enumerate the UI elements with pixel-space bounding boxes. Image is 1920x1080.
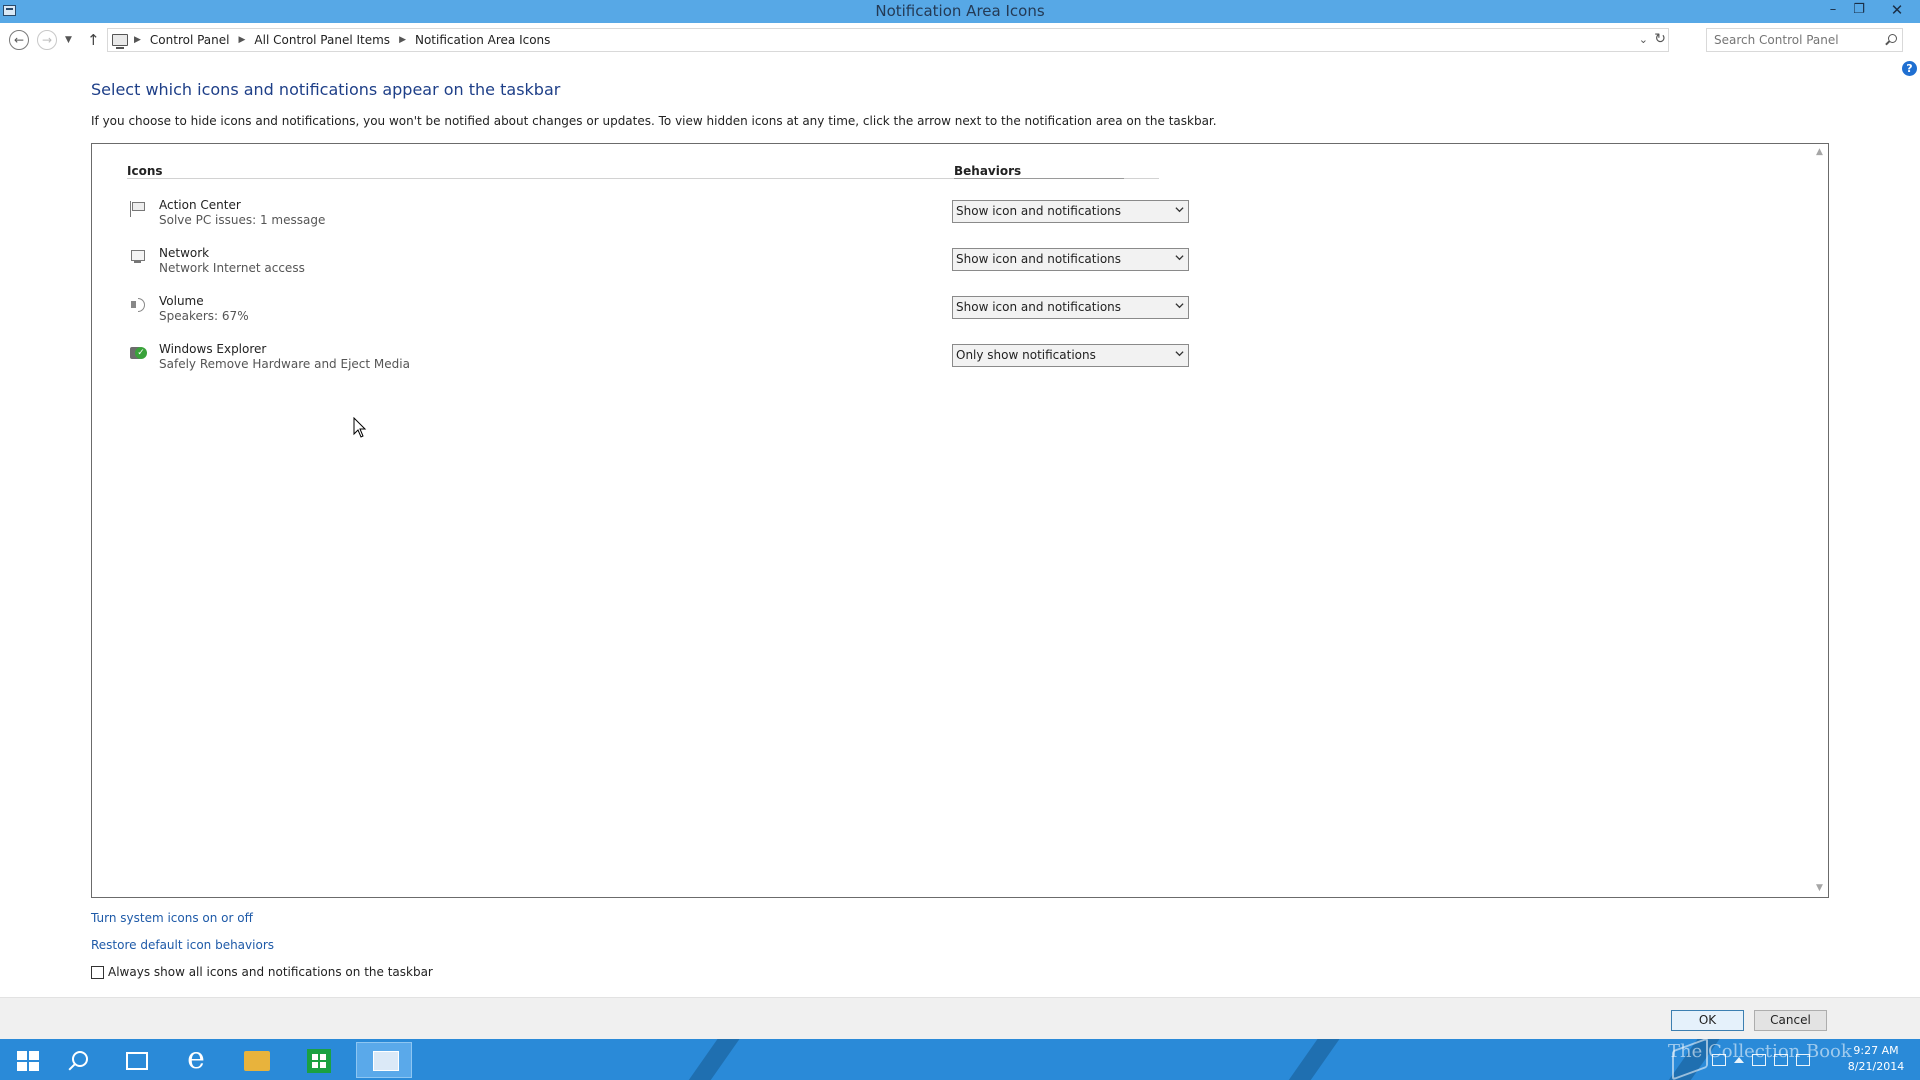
back-button[interactable]: ←: [9, 30, 29, 50]
chevron-down-icon: [1175, 255, 1184, 261]
breadcrumb-separator[interactable]: ▶: [134, 35, 141, 45]
mouse-cursor-icon: [353, 417, 367, 438]
clock-time: 9:27 AM: [1853, 1044, 1899, 1057]
show-hidden-icons-icon[interactable]: [1734, 1057, 1744, 1063]
search-box[interactable]: [1706, 28, 1903, 52]
network-icon: [130, 249, 146, 265]
store-icon[interactable]: [296, 1042, 344, 1078]
item-name: Action Center: [159, 198, 241, 212]
help-icon[interactable]: ?: [1902, 61, 1917, 76]
flag-icon: [130, 201, 146, 217]
taskbar-search-icon[interactable]: [56, 1042, 104, 1078]
chevron-down-icon: [1175, 351, 1184, 357]
scroll-up-icon[interactable]: ▲: [1811, 144, 1828, 161]
list-item-volume: Volume Speakers: 67% Show icon and notif…: [92, 294, 1392, 336]
control-panel-icon: [112, 34, 128, 49]
keyboard-icon[interactable]: [1712, 1054, 1726, 1066]
behavior-select[interactable]: Show icon and notifications: [952, 296, 1189, 319]
taskbar-decoration: [1275, 1039, 1347, 1080]
breadcrumb-all-items[interactable]: All Control Panel Items: [254, 33, 390, 47]
forward-button[interactable]: →: [37, 30, 57, 50]
up-button[interactable]: ↑: [87, 31, 100, 49]
dialog-footer: OK Cancel: [0, 997, 1920, 1039]
refresh-icon[interactable]: ↻: [1654, 31, 1666, 47]
scroll-down-icon[interactable]: ▼: [1811, 880, 1828, 897]
behavior-select[interactable]: Show icon and notifications: [952, 248, 1189, 271]
always-show-all-label[interactable]: Always show all icons and notifications …: [108, 965, 433, 979]
search-input[interactable]: [1707, 29, 1877, 51]
chevron-down-icon: [1175, 207, 1184, 213]
item-name: Network: [159, 246, 210, 260]
internet-explorer-icon[interactable]: e: [172, 1042, 220, 1078]
behavior-select-value: Show icon and notifications: [956, 204, 1122, 218]
volume-tray-icon[interactable]: [1796, 1054, 1810, 1066]
turn-system-icons-link[interactable]: Turn system icons on or off: [91, 911, 253, 925]
breadcrumb-separator[interactable]: ▶: [239, 35, 246, 45]
network-tray-icon[interactable]: [1774, 1054, 1788, 1066]
action-center-tray-icon[interactable]: [1752, 1054, 1766, 1066]
taskbar-decoration: [675, 1039, 747, 1080]
ok-button[interactable]: OK: [1671, 1010, 1744, 1031]
breadcrumb-current[interactable]: Notification Area Icons: [415, 33, 550, 47]
list-item-action-center: Action Center Solve PC issues: 1 message…: [92, 198, 1392, 240]
page-title: Select which icons and notifications app…: [91, 80, 561, 99]
vertical-scrollbar[interactable]: ▲ ▼: [1811, 144, 1828, 897]
breadcrumb-separator[interactable]: ▶: [399, 35, 406, 45]
usb-eject-icon: [130, 345, 147, 361]
minimize-button[interactable]: –: [1820, 0, 1846, 20]
behavior-select-value: Show icon and notifications: [956, 252, 1122, 266]
window-title: Notification Area Icons: [875, 2, 1045, 20]
header-divider-behaviors: [954, 178, 1124, 179]
page-description: If you choose to hide icons and notifica…: [91, 114, 1217, 128]
taskbar: e: [0, 1039, 1920, 1080]
task-view-icon[interactable]: [112, 1042, 160, 1078]
speaker-icon: [130, 297, 146, 313]
item-name: Volume: [159, 294, 204, 308]
item-description: Network Internet access: [159, 261, 305, 275]
behavior-select-value: Show icon and notifications: [956, 300, 1122, 314]
icons-list-panel: Icons Behaviors Action Center Solve PC i…: [91, 143, 1829, 898]
system-tray: [1712, 1045, 1810, 1075]
always-show-all-option[interactable]: Always show all icons and notifications …: [91, 965, 433, 979]
restore-defaults-link[interactable]: Restore default icon behaviors: [91, 938, 274, 952]
behavior-select-value: Only show notifications: [956, 348, 1096, 362]
breadcrumb-control-panel[interactable]: Control Panel: [150, 33, 230, 47]
control-panel-taskbar-icon[interactable]: [356, 1042, 412, 1078]
always-show-all-checkbox[interactable]: [91, 965, 104, 979]
file-explorer-icon[interactable]: [234, 1042, 282, 1078]
list-item-network: Network Network Internet access Show ico…: [92, 246, 1392, 288]
column-header-behaviors: Behaviors: [954, 164, 1022, 178]
cancel-button[interactable]: Cancel: [1754, 1010, 1827, 1031]
address-row: ← → ▼ ↑ ▶ Control Panel ▶ All Control Pa…: [0, 26, 1920, 56]
item-name: Windows Explorer: [159, 342, 267, 356]
start-button-icon[interactable]: [4, 1042, 52, 1078]
behavior-select[interactable]: Only show notifications: [952, 344, 1189, 367]
item-description: Safely Remove Hardware and Eject Media: [159, 357, 410, 371]
restore-button[interactable]: ❐: [1846, 0, 1872, 20]
column-header-icons: Icons: [127, 164, 163, 178]
item-description: Solve PC issues: 1 message: [159, 213, 326, 227]
address-bar[interactable]: ▶ Control Panel ▶ All Control Panel Item…: [107, 28, 1669, 52]
taskbar-clock[interactable]: 9:27 AM 8/21/2014: [1846, 1043, 1906, 1075]
title-bar: Notification Area Icons – ❐ ✕: [0, 0, 1920, 23]
address-dropdown-icon[interactable]: ⌄: [1639, 33, 1648, 46]
search-icon[interactable]: [1888, 34, 1897, 43]
breadcrumb: ▶ Control Panel ▶ All Control Panel Item…: [134, 33, 550, 47]
close-button[interactable]: ✕: [1880, 0, 1914, 20]
item-description: Speakers: 67%: [159, 309, 249, 323]
recent-locations-dropdown[interactable]: ▼: [65, 35, 72, 45]
clock-date: 8/21/2014: [1847, 1060, 1905, 1073]
behavior-select[interactable]: Show icon and notifications: [952, 200, 1189, 223]
list-item-windows-explorer: Windows Explorer Safely Remove Hardware …: [92, 342, 1392, 384]
chevron-down-icon: [1175, 303, 1184, 309]
